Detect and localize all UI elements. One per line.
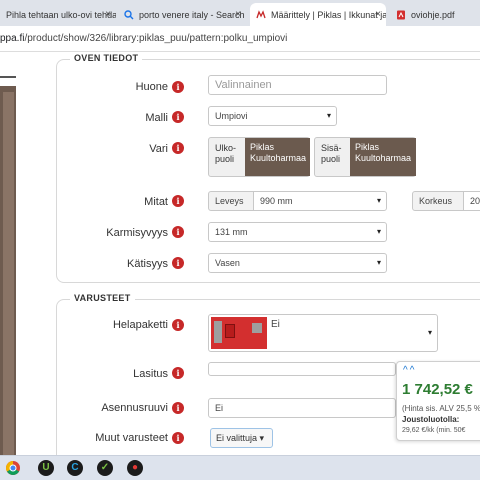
lasitus-select[interactable] xyxy=(208,362,396,376)
info-icon[interactable]: i xyxy=(172,111,184,123)
korkeus-addon: Korkeus xyxy=(412,191,464,211)
price-summary-panel: ^^ 1 742,52 € (Hinta sis. ALV 25,5 % Jou… xyxy=(396,361,480,441)
total-price: 1 742,52 € xyxy=(402,381,473,398)
karmisyvyys-select[interactable]: 131 mm ▾ xyxy=(208,222,387,242)
info-icon[interactable]: i xyxy=(172,226,184,238)
korkeus-select[interactable]: 20 xyxy=(463,191,480,211)
korkeus-value: 20 xyxy=(470,196,480,206)
info-icon[interactable]: i xyxy=(172,195,184,207)
search-icon xyxy=(124,9,134,20)
vat-note: (Hinta sis. ALV 25,5 % xyxy=(402,404,480,413)
helapaketti-label: Helapaketti xyxy=(112,319,168,331)
address-bar[interactable]: ppa.fi/product/show/326/library:piklas_p… xyxy=(0,26,480,52)
sisapuoli-label: Sisä- puoli xyxy=(321,143,342,164)
ulkopuoli-label: Ulko- puoli xyxy=(215,143,237,164)
tab-title: porto venere italy - Search xyxy=(139,9,245,20)
leveys-value: 990 mm xyxy=(260,196,293,206)
plate-graphic xyxy=(252,323,262,333)
url-host: ppa.fi xyxy=(0,33,25,44)
leveys-select[interactable]: 990 mm ▾ xyxy=(253,191,387,211)
sisapuoli-color-picker[interactable]: Sisä- puoli Piklas Kuultoharmaa xyxy=(314,137,416,177)
tab-porto-venere[interactable]: porto venere italy - Search × xyxy=(118,3,246,26)
katisyys-select[interactable]: Vasen ▾ xyxy=(208,253,387,273)
info-icon[interactable]: i xyxy=(172,257,184,269)
chevron-down-icon: ▾ xyxy=(376,258,381,267)
product-preview xyxy=(0,52,50,460)
app-icon-c[interactable]: C xyxy=(67,460,83,476)
tab-title: oviohje.pdf xyxy=(411,9,455,20)
info-icon[interactable]: i xyxy=(172,432,184,444)
helapaketti-thumbnail xyxy=(211,317,267,349)
url-text[interactable]: ppa.fi/product/show/326/library:piklas_p… xyxy=(0,33,287,44)
door-image xyxy=(0,86,16,460)
vari-label: Vari xyxy=(149,143,168,155)
tab-title: Määrittely | Piklas | Ikkunat ja xyxy=(271,9,386,20)
asennusruuvi-select[interactable]: Ei xyxy=(208,398,396,418)
app-icon-ladybug[interactable]: ● xyxy=(127,460,143,476)
info-icon[interactable]: i xyxy=(172,142,184,154)
info-icon[interactable]: i xyxy=(172,402,184,414)
huone-input[interactable]: Valinnainen xyxy=(208,75,387,95)
close-icon[interactable]: × xyxy=(235,9,241,20)
close-icon[interactable]: × xyxy=(375,9,381,20)
katisyys-label: Kätisyys xyxy=(127,258,168,270)
info-icon[interactable]: i xyxy=(172,367,184,379)
collapse-toggle-icon[interactable]: ^^ xyxy=(403,365,416,376)
mitat-label: Mitat xyxy=(144,196,168,208)
app-icon-v[interactable]: ✓ xyxy=(97,460,113,476)
door-top-edge xyxy=(0,76,16,78)
sisapuoli-swatch: Piklas Kuultoharmaa xyxy=(350,138,416,176)
browser-tab-strip: Pihla tehtaan ulko-ovi tehda × porto ven… xyxy=(0,0,480,26)
oven-tiedot-legend: OVEN TIEDOT xyxy=(70,53,143,63)
karmisyvyys-value: 131 mm xyxy=(215,227,248,237)
close-icon[interactable]: × xyxy=(105,9,111,20)
os-taskbar: U C ✓ ● xyxy=(0,455,480,480)
karmisyvyys-label: Karmisyvyys xyxy=(106,227,168,239)
info-icon[interactable]: i xyxy=(172,319,184,331)
muut-varusteet-dropdown[interactable]: Ei valittuja ▾ xyxy=(210,428,273,448)
caret-down-icon: ▾ xyxy=(257,433,265,443)
tab-title: Pihla tehtaan ulko-ovi tehda xyxy=(6,9,116,20)
chrome-icon[interactable] xyxy=(5,460,21,476)
url-path: /product/show/326/library:piklas_puu/pat… xyxy=(24,33,288,44)
lock-graphic xyxy=(225,324,235,338)
asennusruuvi-label: Asennusruuvi xyxy=(101,402,168,414)
handle-graphic xyxy=(214,321,222,343)
chevron-down-icon: ▾ xyxy=(376,196,381,205)
tab-oviohje[interactable]: oviohje.pdf xyxy=(390,3,480,26)
chevron-down-icon: ▾ xyxy=(376,227,381,236)
helapaketti-select[interactable]: Ei ▾ xyxy=(208,314,438,352)
door-panel xyxy=(3,92,14,460)
tab-maarittely[interactable]: Määrittely | Piklas | Ikkunat ja × xyxy=(250,3,386,26)
muut-varusteet-label: Muut varusteet xyxy=(95,432,168,444)
malli-select[interactable]: Umpiovi ▾ xyxy=(208,106,337,126)
chevron-down-icon: ▾ xyxy=(326,111,331,120)
joustoluotto-value: 29,62 €/kk (min. 50€ xyxy=(402,427,466,434)
joustoluotto-label: Joustoluotolla: xyxy=(402,415,460,424)
lasitus-label: Lasitus xyxy=(133,368,168,380)
app-icon-u[interactable]: U xyxy=(38,460,54,476)
info-icon[interactable]: i xyxy=(172,81,184,93)
piklas-logo-icon xyxy=(256,9,266,20)
varusteet-legend: VARUSTEET xyxy=(70,293,135,303)
helapaketti-value: Ei xyxy=(271,319,280,330)
malli-label: Malli xyxy=(145,112,168,124)
chevron-down-icon: ▾ xyxy=(427,328,432,337)
asennusruuvi-value: Ei xyxy=(215,403,224,413)
katisyys-value: Vasen xyxy=(215,258,240,268)
tab-pihla[interactable]: Pihla tehtaan ulko-ovi tehda × xyxy=(0,3,116,26)
huone-label: Huone xyxy=(135,81,168,93)
ulkopuoli-color-picker[interactable]: Ulko- puoli Piklas Kuultoharmaa xyxy=(208,137,310,177)
pdf-icon xyxy=(396,10,406,20)
malli-value: Umpiovi xyxy=(215,111,248,121)
leveys-addon: Leveys xyxy=(208,191,254,211)
muut-varusteet-value: Ei valittuja xyxy=(216,433,258,443)
ulkopuoli-swatch: Piklas Kuultoharmaa xyxy=(245,138,310,176)
